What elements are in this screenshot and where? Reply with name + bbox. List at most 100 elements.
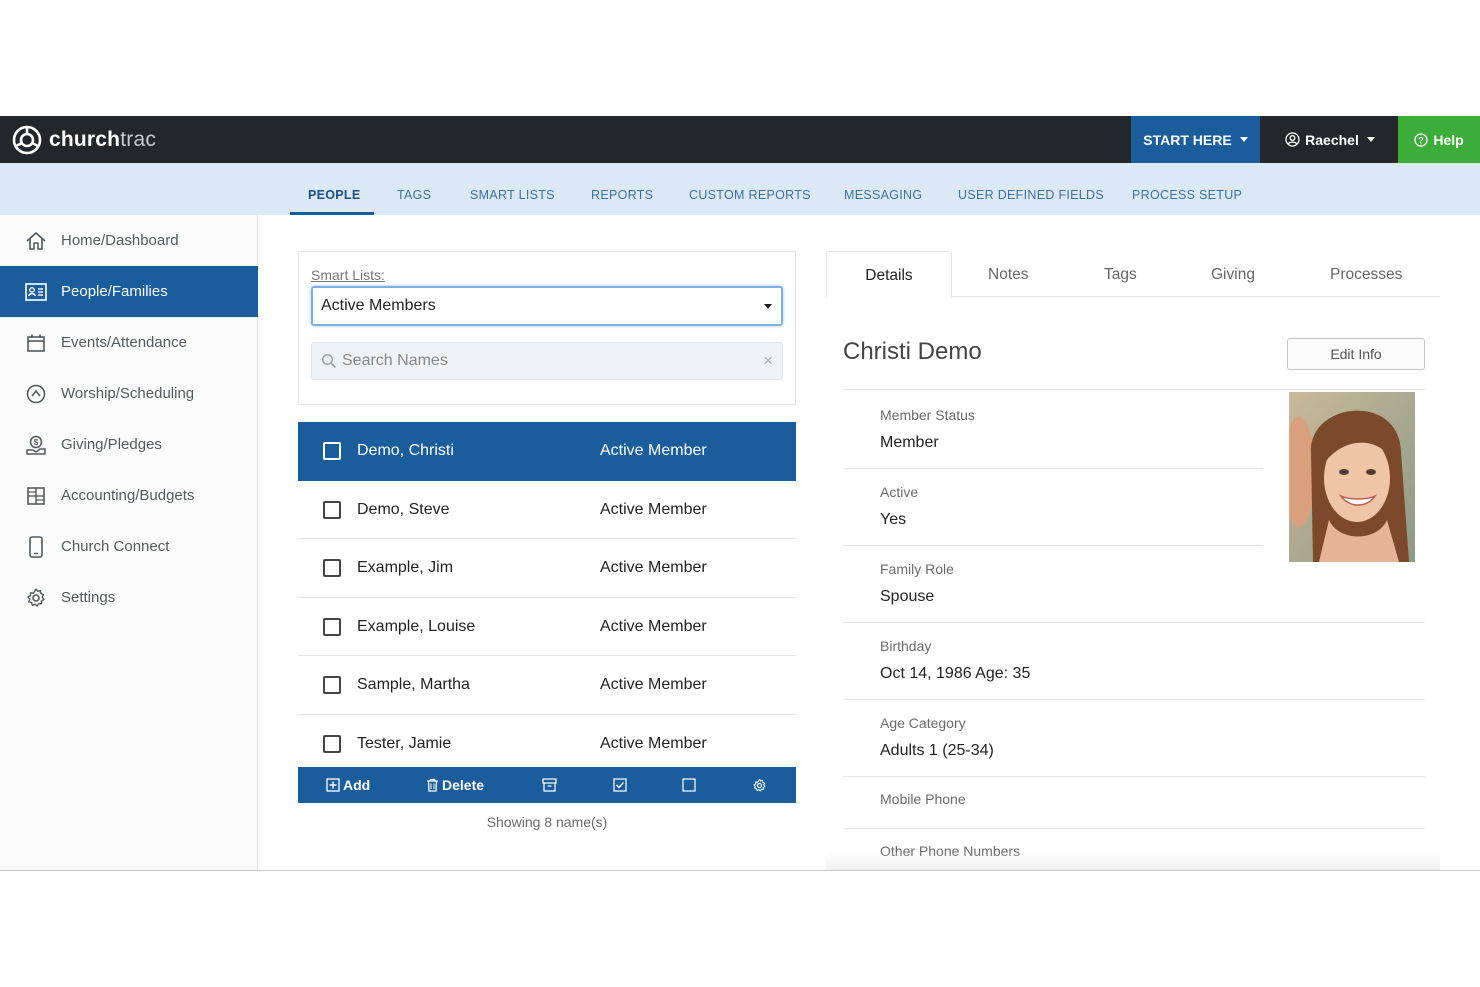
field-label: Birthday: [880, 638, 932, 654]
field-label: Age Category: [880, 715, 966, 731]
person-name: Example, Jim: [357, 559, 454, 577]
person-status: Active Member: [600, 617, 707, 635]
worship-icon: [24, 382, 48, 406]
person-status: Active Member: [600, 442, 707, 459]
person-photo: [1289, 392, 1415, 562]
sidebar-item-label: Giving/Pledges: [61, 436, 162, 453]
tab-people[interactable]: PEOPLE: [308, 163, 361, 215]
user-menu[interactable]: Raechel: [1270, 116, 1390, 163]
help-label: Help: [1433, 131, 1464, 148]
tab-notes[interactable]: Notes: [988, 251, 1029, 297]
tab-user-defined-fields[interactable]: USER DEFINED FIELDS: [958, 163, 1104, 215]
select-all-button[interactable]: [613, 767, 630, 803]
check-square-icon: [613, 778, 627, 792]
delete-button[interactable]: Delete: [426, 767, 484, 803]
chevron-down-icon: [1239, 137, 1248, 142]
help-button[interactable]: ? Help: [1398, 116, 1480, 163]
deselect-all-button[interactable]: [682, 767, 699, 803]
tab-tags[interactable]: Tags: [1104, 251, 1137, 297]
sidebar-item-events-attendance[interactable]: Events/Attendance: [0, 317, 258, 368]
phone-icon: [24, 535, 48, 559]
delete-label: Delete: [442, 777, 485, 793]
home-icon: [24, 229, 48, 253]
smart-lists-label: Smart Lists:: [311, 267, 385, 283]
tab-tags[interactable]: TAGS: [397, 163, 431, 215]
sidebar-item-label: People/Families: [61, 283, 168, 300]
svg-text:?: ?: [1419, 135, 1425, 145]
tab-details[interactable]: Details: [826, 251, 952, 298]
sidebar-item-accounting-budgets[interactable]: Accounting/Budgets: [0, 470, 258, 521]
clear-search-icon[interactable]: ×: [763, 351, 773, 371]
search-icon: [321, 353, 337, 374]
field-value: Oct 14, 1986 Age: 35: [880, 665, 1031, 682]
field-member-status: Member Status Member: [843, 392, 1263, 469]
sidebar: Home/Dashboard People/Families Events/At…: [0, 215, 258, 870]
person-row[interactable]: Example, Jim Active Member: [298, 539, 796, 598]
row-checkbox[interactable]: [323, 500, 341, 519]
showing-count: Showing 8 name(s): [486, 814, 608, 830]
field-label: Member Status: [880, 407, 975, 423]
start-here-button[interactable]: START HERE: [1131, 116, 1260, 163]
field-age-category: Age Category Adults 1 (25-34): [843, 700, 1425, 777]
tab-reports[interactable]: REPORTS: [591, 163, 653, 215]
row-checkbox[interactable]: [323, 442, 341, 460]
start-here-label: START HERE: [1143, 131, 1232, 148]
churchtrac-logo[interactable]: churchtrac: [12, 125, 156, 155]
sidebar-item-worship-scheduling[interactable]: Worship/Scheduling: [0, 368, 258, 419]
search-names-input[interactable]: [342, 350, 752, 372]
person-name: Tester, Jamie: [357, 734, 452, 752]
question-circle-icon: ?: [1414, 132, 1428, 147]
sidebar-item-settings[interactable]: Settings: [0, 572, 258, 623]
field-value: Member: [880, 434, 939, 451]
edit-info-button[interactable]: Edit Info: [1287, 338, 1425, 370]
person-row[interactable]: Sample, Martha Active Member: [298, 656, 796, 715]
archive-icon: [542, 778, 557, 792]
row-checkbox[interactable]: [323, 676, 341, 695]
logo-icon: [12, 125, 42, 155]
field-label: Family Role: [880, 561, 954, 577]
tab-processes[interactable]: Processes: [1330, 251, 1402, 297]
field-mobile-phone: Mobile Phone: [843, 777, 1425, 829]
square-icon: [682, 778, 696, 792]
tab-custom-reports[interactable]: CUSTOM REPORTS: [689, 163, 811, 215]
row-checkbox[interactable]: [323, 617, 341, 636]
sidebar-item-people-families[interactable]: People/Families: [0, 266, 258, 317]
caret-down-icon: [764, 304, 772, 309]
app-window: churchtrac START HERE Raechel ? Help PEO…: [0, 116, 1480, 871]
person-name: Demo, Steve: [357, 500, 450, 518]
person-name: Sample, Martha: [357, 676, 470, 694]
sidebar-item-label: Church Connect: [61, 538, 170, 555]
person-status: Active Member: [600, 734, 707, 752]
row-checkbox[interactable]: [323, 559, 341, 578]
row-checkbox[interactable]: [323, 734, 341, 753]
people-list: Demo, Christi Active Member Demo, Steve …: [298, 422, 796, 774]
person-name: Example, Louise: [357, 617, 476, 635]
field-value: Adults 1 (25-34): [880, 742, 994, 759]
person-status: Active Member: [600, 500, 707, 518]
person-row[interactable]: Tester, Jamie Active Member: [298, 714, 796, 774]
add-button[interactable]: Add: [326, 767, 370, 803]
divider: [843, 389, 1425, 390]
tab-process-setup[interactable]: PROCESS SETUP: [1132, 163, 1242, 215]
sidebar-item-home-dashboard[interactable]: Home/Dashboard: [0, 215, 258, 266]
tab-messaging[interactable]: MESSAGING: [844, 163, 922, 215]
smart-list-filter-card: Smart Lists: Active Members ×: [298, 251, 796, 405]
person-row[interactable]: Example, Louise Active Member: [298, 597, 796, 657]
tab-giving[interactable]: Giving: [1211, 251, 1255, 297]
gear-icon: [753, 778, 766, 791]
sidebar-item-church-connect[interactable]: Church Connect: [0, 521, 258, 572]
tab-smart-lists[interactable]: SMART LISTS: [470, 163, 555, 215]
person-name: Demo, Christi: [357, 442, 454, 459]
person-row[interactable]: Demo, Christi Active Member: [298, 422, 796, 481]
scroll-fade: [826, 851, 1440, 870]
person-row[interactable]: Demo, Steve Active Member: [298, 480, 796, 540]
list-settings-button[interactable]: [752, 767, 770, 803]
sidebar-item-label: Worship/Scheduling: [61, 385, 195, 402]
sidebar-item-label: Accounting/Budgets: [61, 487, 195, 504]
smart-list-select[interactable]: Active Members: [311, 286, 783, 326]
user-name: Raechel: [1305, 131, 1359, 148]
logo-text-bold: church: [49, 128, 121, 151]
archive-button[interactable]: [542, 767, 560, 803]
sidebar-item-giving-pledges[interactable]: $ Giving/Pledges: [0, 419, 258, 470]
giving-icon: $: [24, 433, 48, 457]
